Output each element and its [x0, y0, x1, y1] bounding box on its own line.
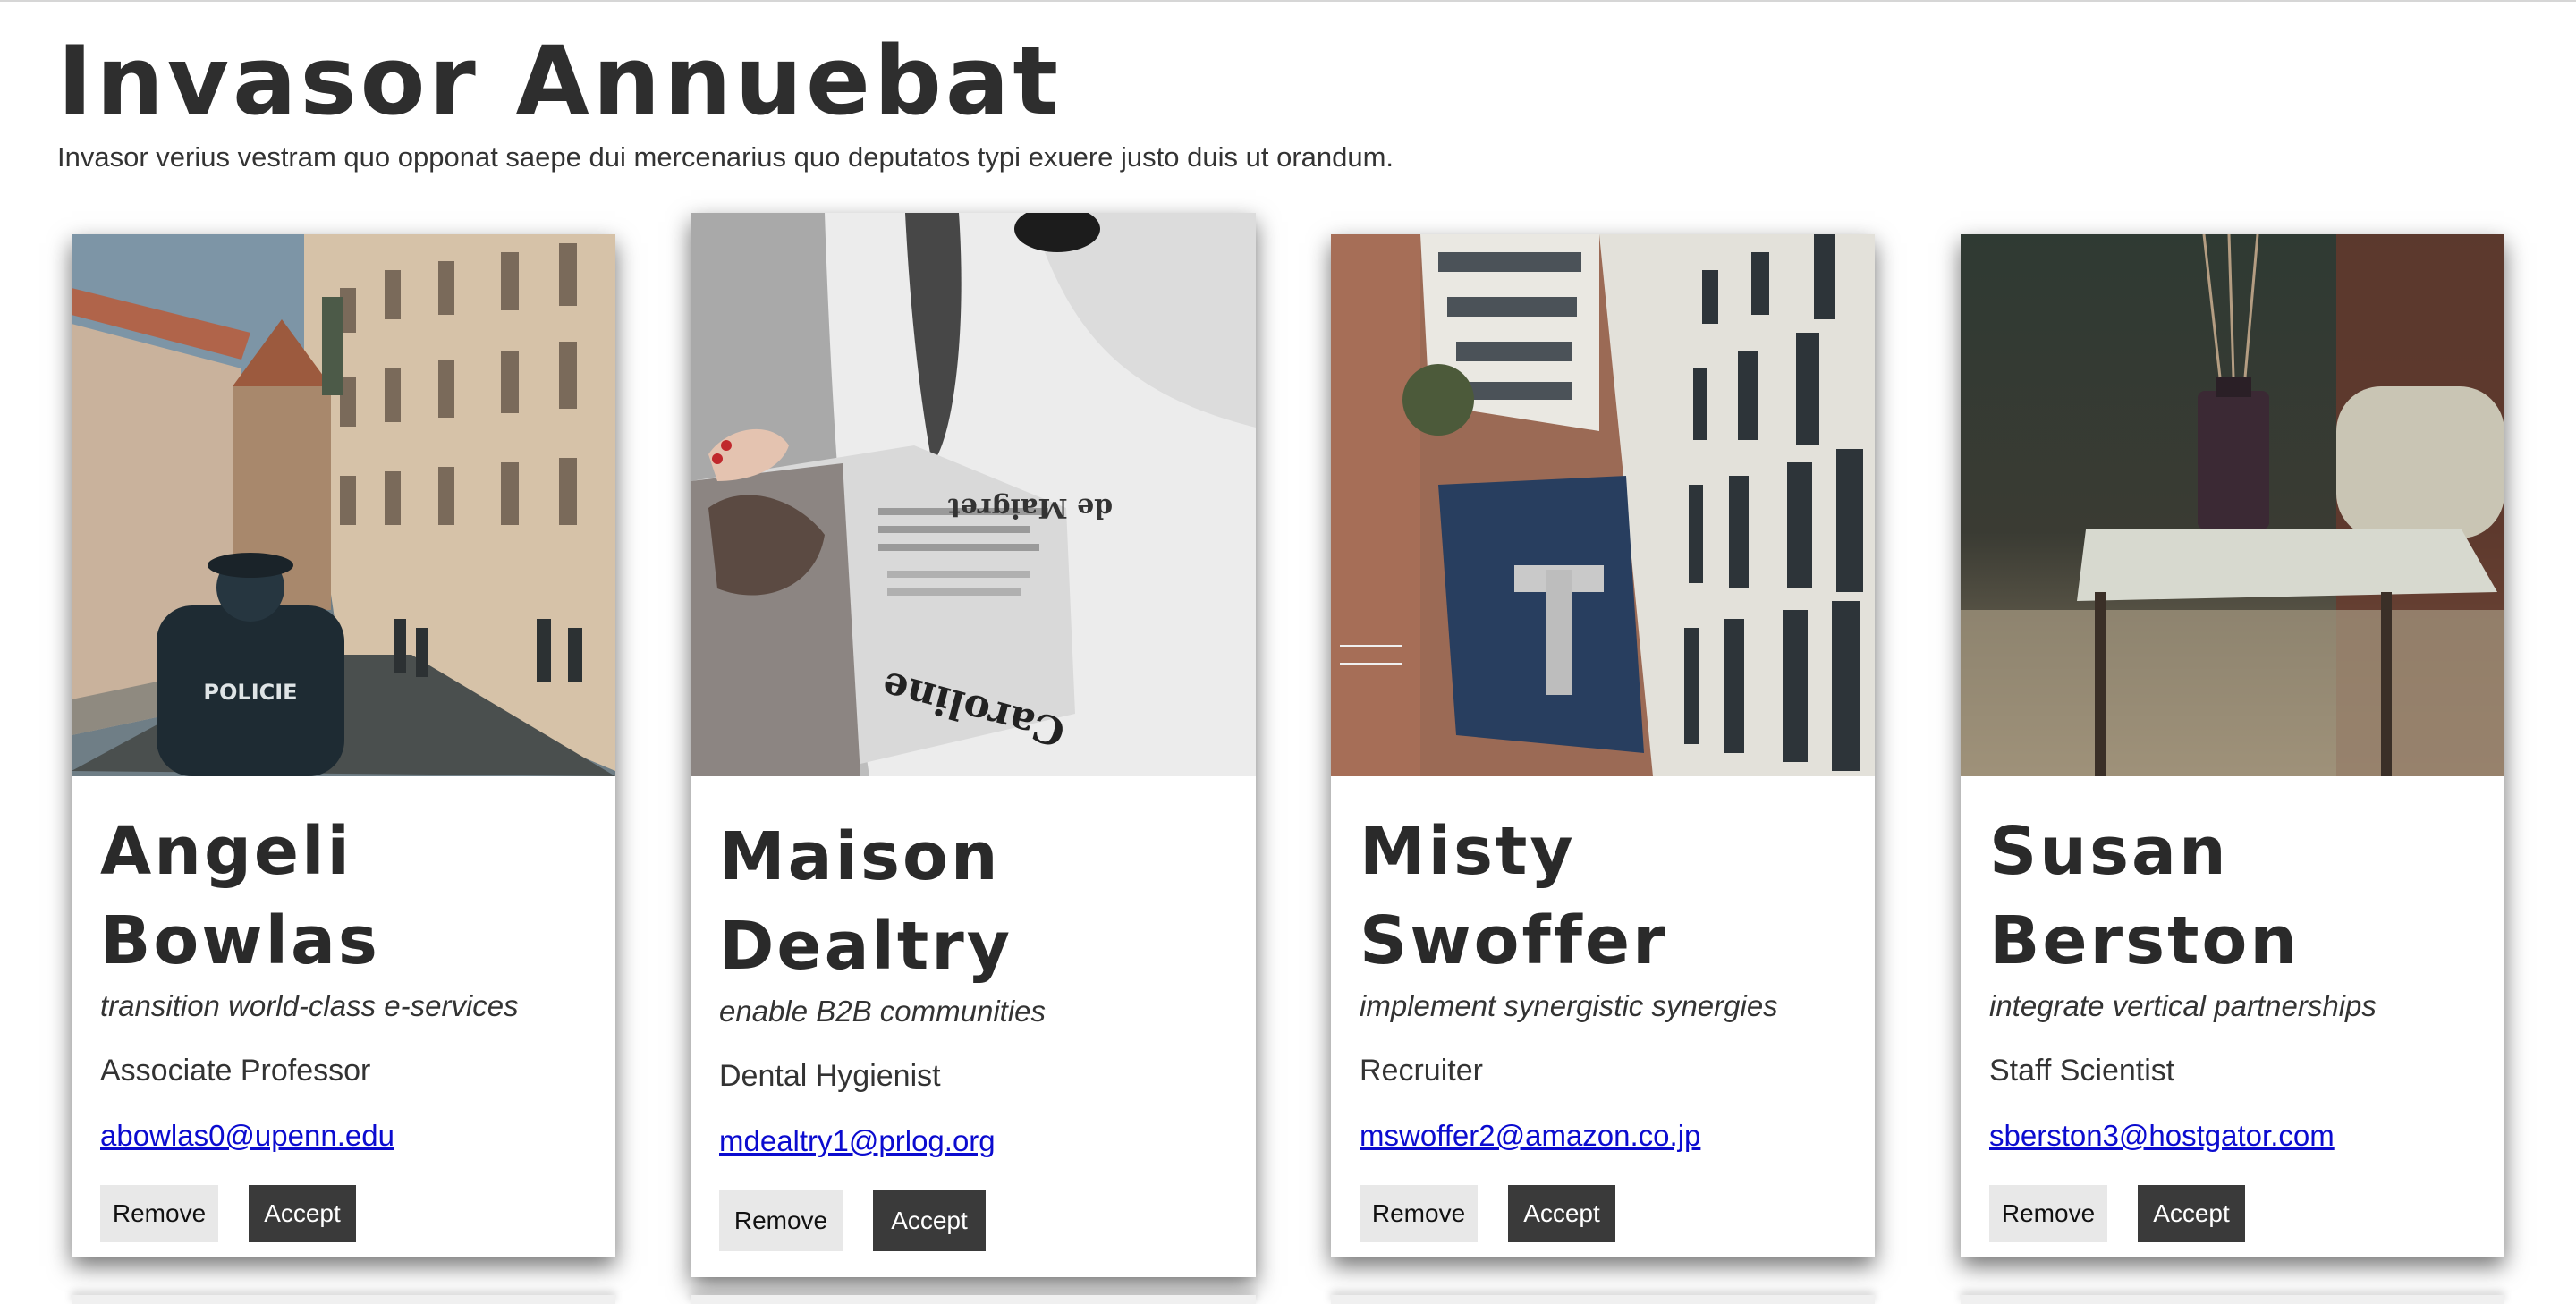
card-first-name: Misty: [1360, 813, 1576, 890]
profile-card: Susan Berston integrate vertical partner…: [1961, 234, 2504, 1257]
top-divider: [0, 0, 2576, 2]
profile-card: de Maigret Caroline Maison Dealtry enabl…: [691, 213, 1256, 1277]
card-job-title: Recruiter: [1360, 1054, 1483, 1088]
card-photo-newspaper: de Maigret Caroline: [691, 213, 1256, 776]
card-last-name: Bowlas: [100, 902, 380, 979]
card-photo-diffuser: [1961, 234, 2504, 776]
card-email-link[interactable]: mdealtry1@prlog.org: [719, 1124, 996, 1158]
remove-button[interactable]: Remove: [1360, 1185, 1478, 1242]
remove-button[interactable]: Remove: [100, 1185, 218, 1242]
card-actions: Remove Accept: [100, 1185, 590, 1242]
card-photo-street: POLICIE: [72, 234, 615, 776]
card-last-name: Dealtry: [719, 908, 1013, 985]
card-tagline: transition world-class e-services: [100, 989, 519, 1022]
card-actions: Remove Accept: [1989, 1185, 2479, 1242]
profile-card: POLICIE Angeli Bowlas transition world-c…: [72, 234, 615, 1257]
card-email-link[interactable]: sberston3@hostgator.com: [1989, 1119, 2334, 1153]
card-job-title: Associate Professor: [100, 1054, 371, 1088]
card-email-link[interactable]: mswoffer2@amazon.co.jp: [1360, 1119, 1700, 1153]
page-title: Invasor Annuebat: [57, 26, 1063, 136]
card-name: Susan Berston: [1989, 807, 2479, 986]
card-last-name: Swoffer: [1360, 902, 1668, 979]
card-last-name: Berston: [1989, 902, 2301, 979]
card-first-name: Susan: [1989, 813, 2229, 890]
card-name: Misty Swoffer: [1360, 807, 1850, 986]
svg-text:de Maigret: de Maigret: [948, 492, 1113, 523]
card-first-name: Angeli: [100, 813, 352, 890]
card-tagline: integrate vertical partnerships: [1989, 989, 2377, 1022]
next-card-edge: [72, 1295, 615, 1304]
page-subtitle: Invasor verius vestram quo opponat saepe…: [57, 141, 1394, 173]
card-tagline: implement synergistic synergies: [1360, 989, 1778, 1022]
card-name: Angeli Bowlas: [100, 807, 590, 986]
remove-button[interactable]: Remove: [719, 1190, 843, 1251]
profile-card: Misty Swoffer implement synergistic syne…: [1331, 234, 1875, 1257]
card-name: Maison Dealtry: [719, 812, 1231, 991]
card-actions: Remove Accept: [719, 1190, 1231, 1251]
card-photo-building: [1331, 234, 1875, 776]
svg-text:POLICIE: POLICIE: [203, 680, 297, 705]
card-job-title: Staff Scientist: [1989, 1054, 2175, 1088]
next-card-edge: [691, 1295, 1256, 1304]
next-card-edge: [1331, 1295, 1875, 1304]
accept-button[interactable]: Accept: [2138, 1185, 2245, 1242]
accept-button[interactable]: Accept: [249, 1185, 356, 1242]
card-actions: Remove Accept: [1360, 1185, 1850, 1242]
card-job-title: Dental Hygienist: [719, 1059, 941, 1093]
next-card-edge: [1961, 1295, 2504, 1304]
remove-button[interactable]: Remove: [1989, 1185, 2107, 1242]
card-first-name: Maison: [719, 818, 1001, 895]
accept-button[interactable]: Accept: [873, 1190, 986, 1251]
accept-button[interactable]: Accept: [1508, 1185, 1615, 1242]
card-email-link[interactable]: abowlas0@upenn.edu: [100, 1119, 394, 1153]
card-tagline: enable B2B communities: [719, 995, 1046, 1028]
